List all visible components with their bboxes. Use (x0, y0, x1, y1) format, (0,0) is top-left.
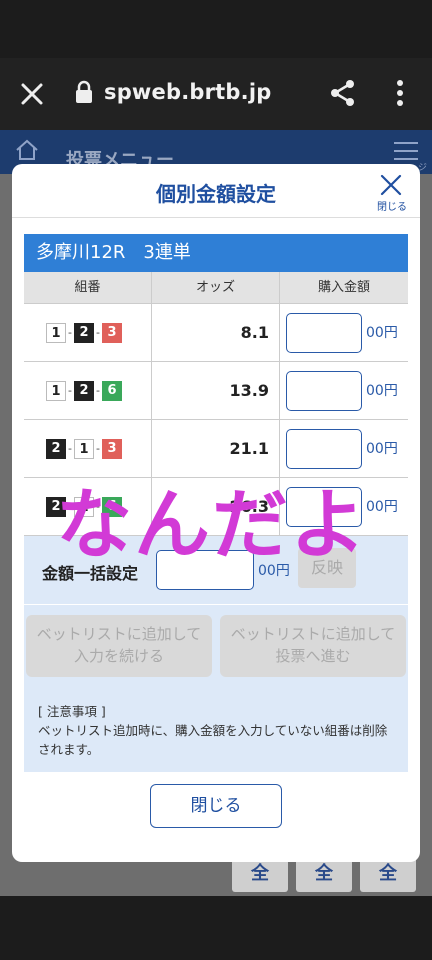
modal-close-label[interactable]: 閉じる (372, 198, 412, 213)
boat-number: 2 (74, 322, 94, 343)
amount-cell: 00円 (280, 304, 408, 361)
close-button[interactable]: 閉じる (150, 784, 282, 828)
odds-value: 13.9 (152, 362, 280, 419)
home-icon (14, 138, 40, 162)
notice-body: ベットリスト追加時に、購入金額を入力していない組番は削除されます。 (38, 723, 388, 757)
odds-value: 8.1 (152, 304, 280, 361)
notice: [ 注意事項 ] ベットリスト追加時に、購入金額を入力していない組番は削除されま… (38, 702, 398, 759)
boat-number: 1 (74, 438, 94, 459)
dash: - (96, 326, 100, 339)
more-vertical-icon[interactable] (392, 78, 408, 108)
button-label-line: 入力を続ける (73, 647, 164, 665)
share-icon[interactable] (328, 78, 358, 108)
odds-value: 21.1 (152, 420, 280, 477)
dash: - (68, 326, 72, 339)
dash: - (96, 442, 100, 455)
boat-number: 3 (102, 438, 122, 459)
overlay-caption: なんだよ (56, 480, 368, 569)
button-label-line: ベットリストに追加して (230, 625, 396, 643)
unit-label: 00円 (366, 441, 398, 457)
boat-number: 2 (74, 380, 94, 401)
action-buttons: ベットリストに追加して 入力を続ける ベットリストに追加して 投票へ進む (24, 604, 408, 702)
unit-label: 00円 (366, 383, 398, 399)
amount-input[interactable] (286, 371, 362, 411)
amount-cell: 00円 (280, 420, 408, 477)
button-label-line: 投票へ進む (275, 647, 351, 665)
close-icon[interactable] (18, 80, 46, 108)
combo-cell: 2 - 1 - 3 (24, 420, 152, 477)
modal-header: 個別金額設定 閉じる (12, 164, 420, 218)
modal-title: 個別金額設定 (156, 182, 276, 206)
combo-cell: 1 - 2 - 6 (24, 362, 152, 419)
amount-cell: 00円 (280, 362, 408, 419)
dash: - (96, 384, 100, 397)
column-header-amount: 購入金額 (317, 280, 370, 295)
table-header: 組番 オッズ 購入金額 (24, 272, 408, 304)
table-row: 1 - 2 - 6 13.9 00円 (24, 362, 408, 420)
boat-number: 3 (102, 322, 122, 343)
column-header-odds: オッズ (152, 272, 280, 303)
table-row: 2 - 1 - 3 21.1 00円 (24, 420, 408, 478)
dash: - (68, 442, 72, 455)
combo-cell: 1 - 2 - 3 (24, 304, 152, 361)
dash: - (68, 384, 72, 397)
lock-icon (74, 80, 94, 104)
browser-url-bar: spweb.brtb.jp (0, 58, 432, 130)
boat-number: 2 (46, 438, 66, 459)
url-text[interactable]: spweb.brtb.jp (104, 80, 271, 104)
amount-input[interactable] (286, 429, 362, 469)
bottom-bar (0, 896, 432, 960)
notice-heading: [ 注意事項 ] (38, 704, 106, 719)
unit-label: 00円 (366, 499, 398, 515)
button-label-line: ベットリストに追加して (36, 625, 202, 643)
add-and-continue-button[interactable]: ベットリストに追加して 入力を続ける (26, 615, 212, 677)
boat-number: 1 (46, 322, 66, 343)
race-header: 多摩川12R 3連単 (24, 234, 408, 272)
amount-input[interactable] (286, 313, 362, 353)
boat-number: 1 (46, 380, 66, 401)
hamburger-icon (392, 140, 420, 162)
close-icon[interactable] (378, 172, 404, 198)
boat-number: 6 (102, 380, 122, 401)
column-header-combo: 組番 (24, 272, 152, 303)
unit-label: 00円 (366, 325, 398, 341)
status-bar (0, 0, 432, 58)
table-row: 1 - 2 - 3 8.1 00円 (24, 304, 408, 362)
add-and-proceed-button[interactable]: ベットリストに追加して 投票へ進む (220, 615, 406, 677)
